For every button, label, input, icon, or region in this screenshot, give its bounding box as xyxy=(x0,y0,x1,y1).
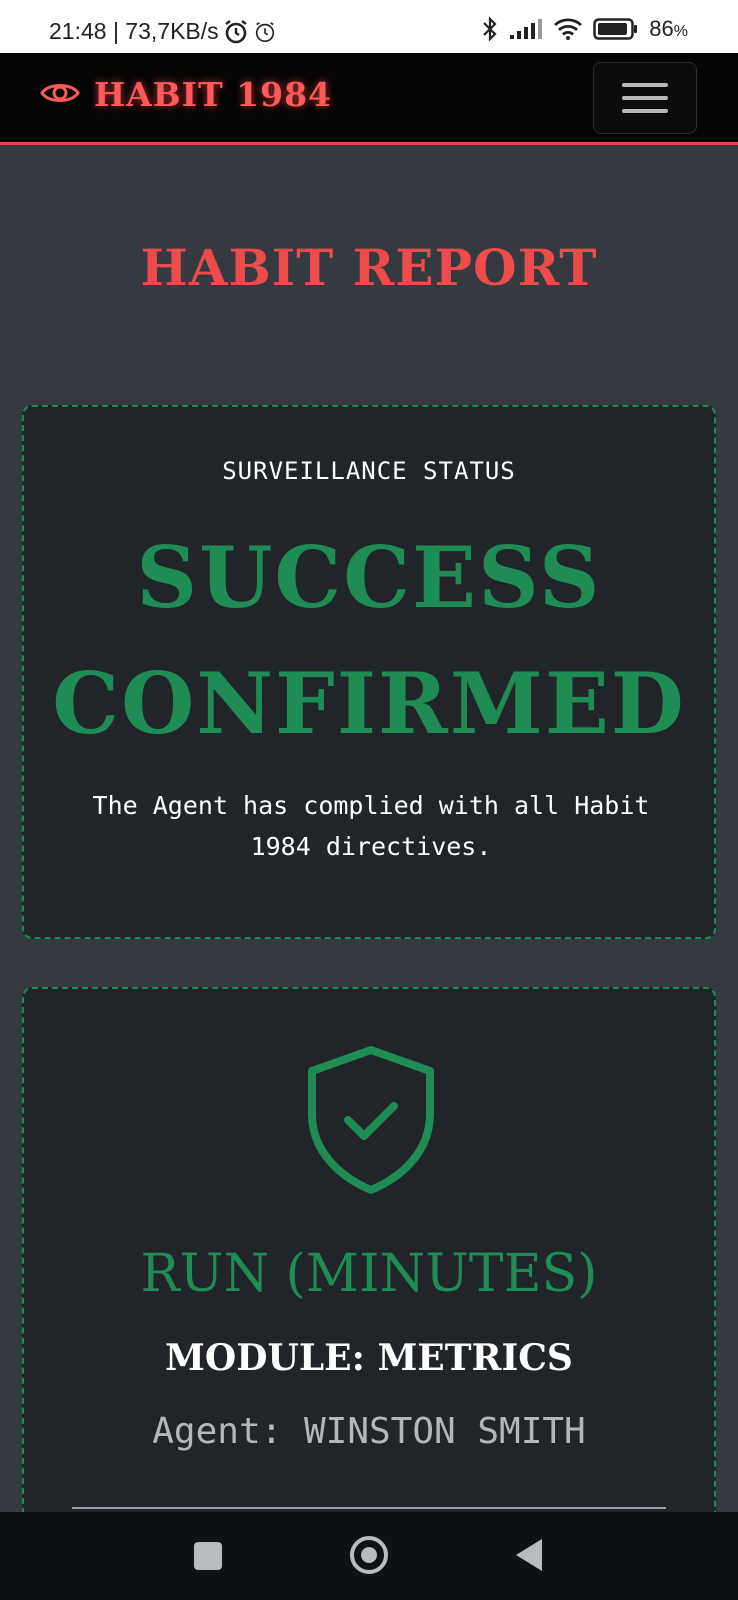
menu-toggle-button[interactable] xyxy=(593,62,697,134)
hamburger-icon-bar xyxy=(622,96,668,100)
agent-name: Agent: WINSTON SMITH xyxy=(152,1411,586,1452)
system-navigation-bar xyxy=(0,1512,738,1600)
wifi-icon xyxy=(553,17,583,41)
module-title: RUN (MINUTES) xyxy=(140,1244,598,1304)
back-button[interactable] xyxy=(516,1539,542,1571)
status-left: 21:48 | 73,7KB/s xyxy=(49,18,277,45)
status-label: SURVEILLANCE STATUS xyxy=(222,457,516,485)
surveillance-status-card: SURVEILLANCE STATUS SUCCESS CONFIRMED Th… xyxy=(22,405,716,939)
brand-link[interactable]: HABIT 1984 xyxy=(40,75,332,114)
signal-icon xyxy=(509,18,543,40)
status-headline: SUCCESS CONFIRMED xyxy=(52,528,686,753)
battery-icon xyxy=(593,17,639,41)
recents-button[interactable] xyxy=(194,1542,222,1570)
app-header: HABIT 1984 xyxy=(0,53,738,145)
divider xyxy=(72,1507,666,1509)
shield-check-icon xyxy=(304,1044,438,1200)
time-and-speed: 21:48 | 73,7KB/s xyxy=(49,18,219,44)
module-card: RUN (MINUTES) MODULE: METRICS Agent: WIN… xyxy=(22,987,716,1600)
status-description: The Agent has complied with all Habit 19… xyxy=(92,791,650,861)
system-status-bar: 21:48 | 73,7KB/s 86% xyxy=(0,0,738,53)
brand-name: HABIT 1984 xyxy=(94,75,333,114)
alarm-icon xyxy=(223,19,249,45)
home-button[interactable] xyxy=(350,1536,388,1574)
battery-level: 86% xyxy=(649,16,688,41)
status-right: 86% xyxy=(481,16,688,42)
module-subtitle: MODULE: METRICS xyxy=(165,1337,573,1379)
hamburger-icon xyxy=(622,83,668,87)
page-title: HABIT REPORT xyxy=(140,238,598,297)
alarm-outline-icon xyxy=(253,20,277,44)
eye-icon xyxy=(40,79,80,111)
bluetooth-icon xyxy=(481,16,499,42)
hamburger-icon-bar xyxy=(622,109,668,113)
